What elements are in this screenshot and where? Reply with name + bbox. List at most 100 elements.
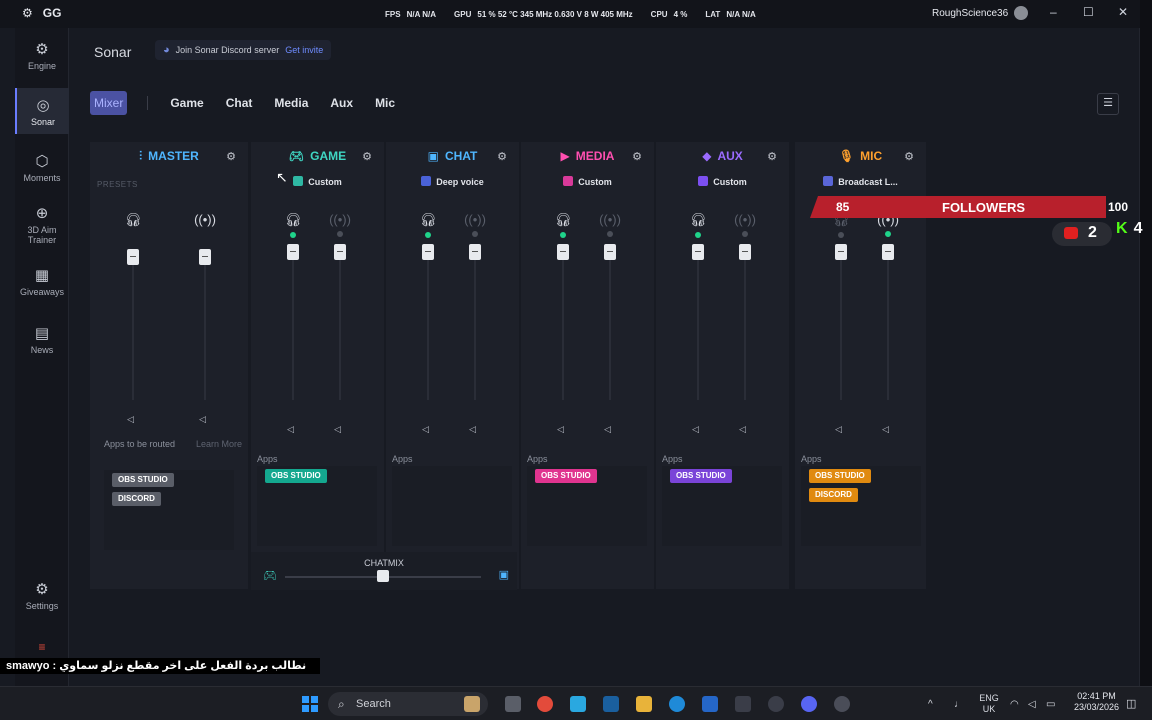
aux-settings-icon[interactable]: ⚙ <box>767 150 777 163</box>
app-badge-obs-studio[interactable]: OBS STUDIO <box>809 469 871 483</box>
volume-icon[interactable]: ◁ <box>882 424 889 435</box>
apps-label: Apps <box>392 454 413 464</box>
tab-aux[interactable]: Aux <box>330 96 353 110</box>
chat-stream-slider[interactable] <box>469 244 481 260</box>
volume-icon[interactable]: ◁ <box>557 424 564 435</box>
volume-icon[interactable]: ◁ <box>835 424 842 435</box>
chatmix-slider[interactable] <box>377 570 389 582</box>
aux-stream-slider[interactable] <box>739 244 751 260</box>
volume-icon[interactable]: ◁ <box>604 424 611 435</box>
sonar-tabs: Mixer Game Chat Media Aux Mic <box>90 91 417 115</box>
sidebar-item-giveaways[interactable]: ▦ Giveaways <box>15 266 69 297</box>
sidebar-item-aim-trainer[interactable]: ⊕ 3D Aim Trainer <box>15 204 69 245</box>
chat-headphones-slider[interactable] <box>422 244 434 260</box>
battery-icon[interactable]: ▭ <box>1046 699 1055 710</box>
aux-headphones-slider[interactable] <box>692 244 704 260</box>
media-settings-icon[interactable]: ⚙ <box>632 150 642 163</box>
minimize-icon[interactable]: – <box>1050 5 1057 19</box>
user-account[interactable]: RoughScience36 <box>932 6 1029 20</box>
chat-settings-icon[interactable]: ⚙ <box>497 150 507 163</box>
chevron-up-icon[interactable]: ^ <box>928 699 933 710</box>
collapse-sidebar-icon[interactable]: ≡ <box>15 640 69 654</box>
chrome-icon[interactable] <box>537 696 553 712</box>
game-settings-icon[interactable]: ⚙ <box>362 150 372 163</box>
game-stream-slider[interactable] <box>334 244 346 260</box>
task-view-icon[interactable] <box>505 696 521 712</box>
volume-icon[interactable]: ◁ <box>469 424 476 435</box>
master-stream-slider[interactable] <box>199 249 211 265</box>
edge-icon[interactable] <box>669 696 685 712</box>
tab-mic[interactable]: Mic <box>375 96 395 110</box>
volume-icon[interactable]: ◁ <box>287 424 294 435</box>
sidebar-item-settings[interactable]: ⚙ Settings <box>15 580 69 611</box>
app-badge-obs-studio[interactable]: OBS STUDIO <box>670 469 732 483</box>
broadcast-icon[interactable]: ((•)) <box>595 212 625 227</box>
headphones-icon[interactable]: 🎧︎ <box>548 212 578 228</box>
mic-headphones-slider[interactable] <box>835 244 847 260</box>
sidebar-item-sonar[interactable]: ◎ Sonar <box>15 88 69 134</box>
media-stream-channel: ((•)) ◁ <box>595 212 625 434</box>
master-headphones-slider[interactable] <box>127 249 139 265</box>
app-icon[interactable] <box>768 696 784 712</box>
get-invite-link[interactable]: Get invite <box>285 45 323 55</box>
app-badge-obs[interactable]: OBS STUDIO <box>112 473 174 487</box>
volume-icon[interactable]: ◁ <box>739 424 746 435</box>
app-badge-obs-studio[interactable]: OBS STUDIO <box>265 469 327 483</box>
maximize-icon[interactable]: ☐ <box>1083 5 1094 19</box>
notifications-icon[interactable]: ◫ <box>1126 697 1136 710</box>
steelseries-icon[interactable] <box>834 696 850 712</box>
broadcast-icon[interactable]: ((•)) <box>730 212 760 227</box>
tab-chat[interactable]: Chat <box>226 96 253 110</box>
game-preset[interactable]: Custom <box>251 176 384 187</box>
master-settings-icon[interactable]: ⚙ <box>226 150 236 163</box>
broadcast-icon[interactable]: ((•)) <box>325 212 355 227</box>
volume-icon[interactable]: ◁ <box>127 414 134 425</box>
media-stream-slider[interactable] <box>604 244 616 260</box>
app-icon[interactable] <box>702 696 718 712</box>
volume-icon[interactable]: ◁ <box>334 424 341 435</box>
media-column: ▶ MEDIA ⚙ Custom 🎧︎ ◁ ((•)) ◁ Apps OBS S… <box>521 142 654 589</box>
volume-icon[interactable]: ◁ <box>692 424 699 435</box>
sidebar-item-engine[interactable]: ⚙ Engine <box>15 40 69 71</box>
steelseries-gg-window: ⚙ GG FPS N/A N/A GPU 51 % 52 °C 345 MHz … <box>0 0 1140 686</box>
media-preset[interactable]: Custom <box>521 176 654 187</box>
app-badge-discord[interactable]: DISCORD <box>112 492 161 506</box>
game-headphones-slider[interactable] <box>287 244 299 260</box>
game-headphones-channel: 🎧︎ ◁ <box>278 212 308 434</box>
tab-media[interactable]: Media <box>274 96 308 110</box>
language-indicator[interactable]: ENG UK <box>978 693 1000 715</box>
discord-icon[interactable] <box>801 696 817 712</box>
mic-preset[interactable]: Broadcast L... <box>795 176 926 187</box>
speaker-icon[interactable]: ◁ <box>1028 699 1036 710</box>
tab-game[interactable]: Game <box>170 96 203 110</box>
volume-icon[interactable]: ◁ <box>199 414 206 425</box>
file-explorer-icon[interactable] <box>636 696 652 712</box>
wifi-icon[interactable]: ◠ <box>1010 699 1019 710</box>
aux-preset[interactable]: Custom <box>656 176 789 187</box>
chat-preset[interactable]: Deep voice <box>386 176 519 187</box>
store-icon[interactable] <box>735 696 751 712</box>
menu-icon[interactable]: ☰ <box>1097 93 1119 115</box>
windows-start-icon[interactable] <box>302 696 318 712</box>
app-icon[interactable] <box>603 696 619 712</box>
headphones-icon[interactable]: 🎧︎ <box>413 212 443 228</box>
taskbar-clock[interactable]: 02:41 PM 23/03/2026 <box>1074 691 1119 713</box>
tab-mixer[interactable]: Mixer <box>90 91 128 115</box>
sidebar-item-moments[interactable]: ⬡ Moments <box>15 152 69 183</box>
headphones-icon[interactable]: 🎧︎ <box>278 212 308 228</box>
routing-note: Apps to be routed <box>104 439 176 449</box>
learn-more-link[interactable]: Learn More <box>196 439 242 450</box>
volume-icon[interactable]: ◁ <box>422 424 429 435</box>
close-icon[interactable]: ✕ <box>1118 5 1128 19</box>
chat-header: ▣ CHAT ⚙ <box>427 149 507 163</box>
app-badge-obs-studio[interactable]: OBS STUDIO <box>535 469 597 483</box>
mic-icon[interactable]: ♩ <box>954 699 964 710</box>
sidebar-item-news[interactable]: ▤ News <box>15 324 69 355</box>
headphones-icon[interactable]: 🎧︎ <box>683 212 713 228</box>
media-headphones-slider[interactable] <box>557 244 569 260</box>
app-badge-discord[interactable]: DISCORD <box>809 488 858 502</box>
app-icon[interactable] <box>570 696 586 712</box>
broadcast-icon[interactable]: ((•)) <box>460 212 490 227</box>
mic-settings-icon[interactable]: ⚙ <box>904 150 914 163</box>
mic-stream-slider[interactable] <box>882 244 894 260</box>
